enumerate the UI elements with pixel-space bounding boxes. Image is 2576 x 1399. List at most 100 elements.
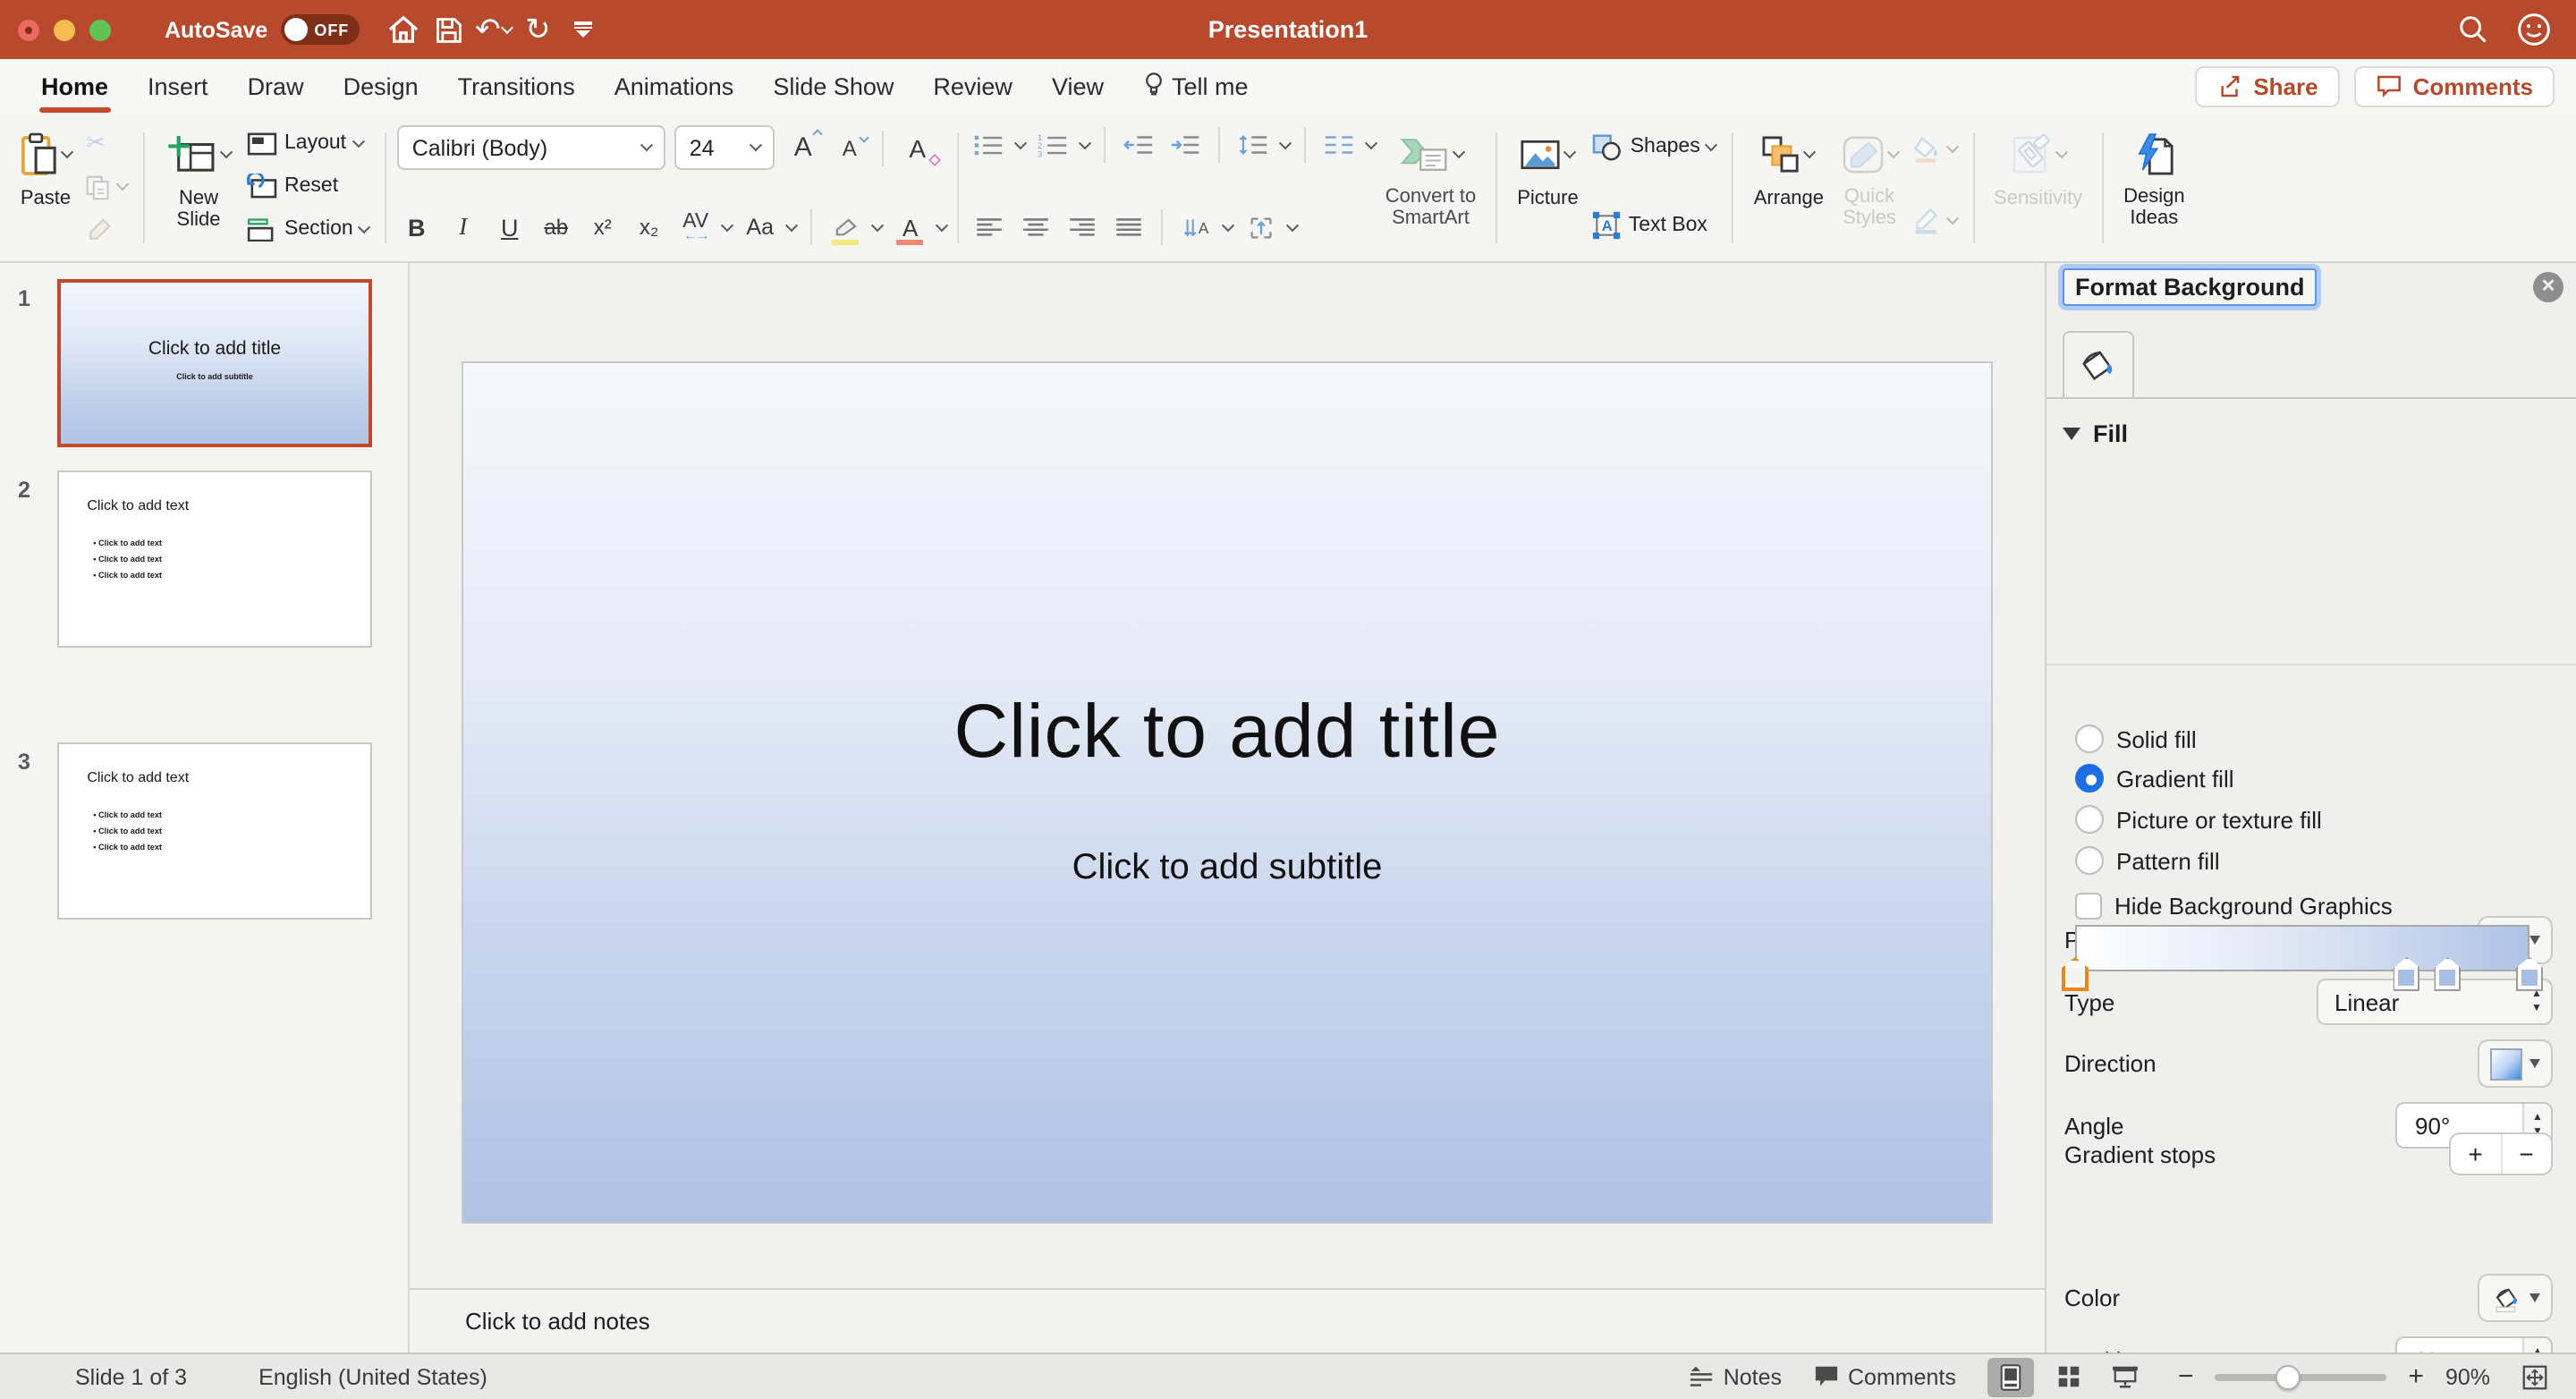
radio-icon[interactable]	[2075, 846, 2104, 875]
font-name-select[interactable]: Calibri (Body)	[398, 125, 666, 170]
shape-outline-button[interactable]	[1906, 204, 1962, 236]
gradient-stop-handle[interactable]	[2394, 957, 2420, 991]
align-text-vertical-button[interactable]	[1242, 208, 1280, 247]
picture-texture-fill-radio[interactable]: Picture or texture fill	[2075, 805, 2322, 834]
numbering-chevron-icon[interactable]	[1080, 136, 1092, 148]
arrange-button[interactable]: Arrange	[1745, 118, 1833, 258]
superscript-button[interactable]: x²	[584, 208, 622, 247]
highlight-color-button[interactable]	[827, 208, 865, 247]
convert-to-smartart-button[interactable]: Convert toSmartArt	[1377, 118, 1486, 258]
undo-button[interactable]: ↶	[473, 10, 513, 49]
shape-fill-button[interactable]	[1906, 132, 1962, 165]
gradient-stop-handle[interactable]	[2435, 957, 2462, 991]
fill-tab[interactable]	[2063, 331, 2134, 397]
comments-toggle-button[interactable]: Comments	[1814, 1364, 1956, 1389]
slide[interactable]: Click to add title Click to add subtitle	[463, 363, 1991, 1222]
italic-button[interactable]: I	[445, 208, 482, 247]
redo-button[interactable]: ↻	[518, 10, 557, 49]
pattern-fill-radio[interactable]: Pattern fill	[2075, 846, 2220, 875]
tab-insert[interactable]: Insert	[128, 59, 228, 113]
new-slide-chevron-icon[interactable]	[219, 145, 232, 157]
radio-icon[interactable]	[2075, 805, 2104, 834]
gradient-fill-radio[interactable]: Gradient fill	[2075, 764, 2234, 793]
shapes-button[interactable]: Shapes	[1588, 131, 1722, 163]
text-direction-chevron-icon[interactable]	[1223, 218, 1235, 231]
design-ideas-button[interactable]: DesignIdeas	[2114, 118, 2194, 258]
customize-quick-access-icon[interactable]	[563, 10, 602, 49]
notes-toggle-button[interactable]: Notes	[1690, 1364, 1782, 1389]
paste-chevron-icon[interactable]	[61, 145, 73, 157]
font-size-select[interactable]: 24	[675, 125, 775, 170]
color-dropdown[interactable]	[2478, 1274, 2553, 1322]
radio-selected-icon[interactable]	[2075, 764, 2104, 793]
align-left-button[interactable]	[970, 208, 1008, 247]
home-icon[interactable]	[384, 10, 423, 49]
line-spacing-button[interactable]	[1235, 125, 1273, 165]
save-icon[interactable]	[428, 10, 468, 49]
smartart-chevron-icon[interactable]	[1452, 145, 1464, 157]
notes-pane[interactable]: Click to add notes	[410, 1288, 2045, 1352]
bullets-button[interactable]	[970, 125, 1008, 165]
zoom-slider-thumb[interactable]	[2275, 1364, 2300, 1389]
slide-thumbnail-2[interactable]: Click to add text Click to add text Clic…	[57, 471, 372, 648]
sensitivity-button[interactable]: Sensitivity	[1985, 118, 2091, 258]
remove-stop-button[interactable]: −	[2502, 1134, 2551, 1174]
align-vertical-chevron-icon[interactable]	[1287, 218, 1300, 231]
zoom-in-button[interactable]: +	[2404, 1361, 2428, 1392]
format-painter-button[interactable]	[80, 215, 132, 247]
arrange-chevron-icon[interactable]	[1804, 145, 1817, 157]
increase-indent-button[interactable]	[1167, 125, 1205, 165]
tab-review[interactable]: Review	[913, 59, 1032, 113]
decrease-indent-button[interactable]	[1121, 125, 1158, 165]
font-color-chevron-icon[interactable]	[936, 218, 949, 231]
font-color-button[interactable]: A	[892, 208, 929, 247]
panel-title[interactable]: Format Background	[2063, 268, 2318, 306]
picture-button[interactable]: Picture	[1508, 118, 1588, 258]
cut-button[interactable]: ✂	[80, 127, 132, 159]
slide-thumbnail-3[interactable]: Click to add text Click to add text Clic…	[57, 742, 372, 920]
layout-button[interactable]: Layout	[242, 127, 375, 159]
tab-transitions[interactable]: Transitions	[438, 59, 595, 113]
increase-font-size-button[interactable]: A	[784, 128, 822, 167]
language-indicator[interactable]: English (United States)	[258, 1364, 487, 1389]
text-box-button[interactable]: A Text Box	[1588, 209, 1722, 242]
solid-fill-radio[interactable]: Solid fill	[2075, 725, 2197, 753]
bold-button[interactable]: B	[398, 208, 436, 247]
search-icon[interactable]	[2458, 14, 2488, 45]
slide-sorter-view-button[interactable]	[2046, 1357, 2092, 1396]
tab-view[interactable]: View	[1032, 59, 1123, 113]
subscript-button[interactable]: x₂	[631, 208, 668, 247]
undo-chevron-icon[interactable]	[500, 21, 513, 33]
paste-button[interactable]: Paste	[11, 118, 80, 258]
text-direction-button[interactable]: A	[1178, 208, 1216, 247]
strikethrough-button[interactable]: ab	[538, 208, 575, 247]
copy-button[interactable]	[80, 171, 132, 203]
tab-animations[interactable]: Animations	[595, 59, 754, 113]
zoom-window-button[interactable]	[89, 19, 111, 40]
character-spacing-button[interactable]: AV←→	[677, 208, 715, 247]
justify-button[interactable]	[1110, 208, 1148, 247]
slide-subtitle-placeholder[interactable]: Click to add subtitle	[463, 848, 1991, 889]
slide-count[interactable]: Slide 1 of 3	[75, 1364, 187, 1389]
highlight-chevron-icon[interactable]	[872, 218, 885, 231]
quick-styles-button[interactable]: QuickStyles	[1833, 118, 1906, 258]
new-slide-button[interactable]: New Slide	[156, 118, 242, 258]
align-center-button[interactable]	[1017, 208, 1055, 247]
change-case-chevron-icon[interactable]	[786, 218, 799, 231]
tab-slide-show[interactable]: Slide Show	[753, 59, 913, 113]
picture-chevron-icon[interactable]	[1563, 145, 1576, 157]
character-spacing-chevron-icon[interactable]	[722, 218, 734, 231]
share-button[interactable]: Share	[2194, 65, 2339, 106]
tab-tell-me[interactable]: Tell me	[1123, 59, 1268, 113]
clear-formatting-button[interactable]: A	[899, 128, 936, 167]
zoom-level[interactable]: 90%	[2445, 1364, 2490, 1389]
tab-design[interactable]: Design	[324, 59, 438, 113]
change-case-button[interactable]: Aa	[741, 208, 779, 247]
numbering-button[interactable]: 123	[1035, 125, 1072, 165]
fill-section-header[interactable]: Fill	[2063, 420, 2128, 447]
decrease-font-size-button[interactable]: A	[831, 128, 869, 167]
account-avatar[interactable]	[2517, 13, 2551, 47]
autosave-toggle[interactable]: OFF	[280, 14, 359, 45]
close-panel-button[interactable]: ✕	[2533, 272, 2563, 302]
bullets-chevron-icon[interactable]	[1015, 136, 1028, 148]
